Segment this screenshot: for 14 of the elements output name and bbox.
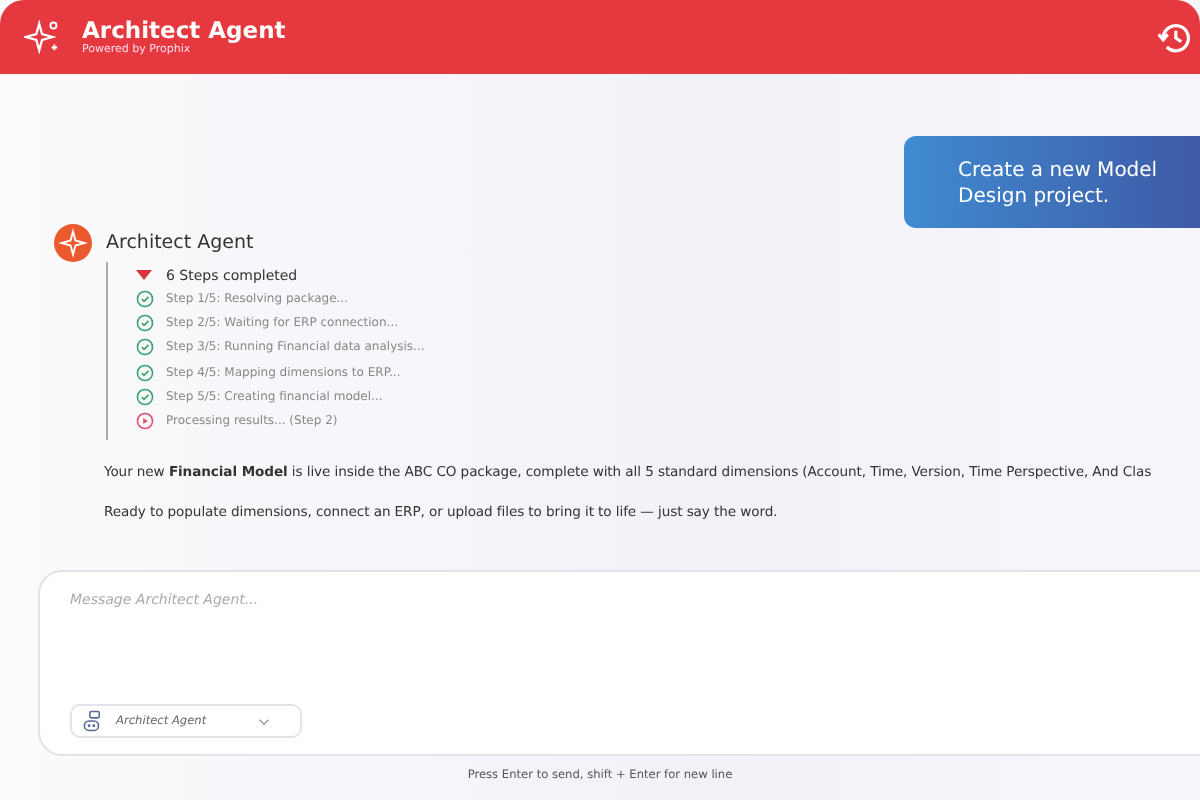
agent-avatar-icon	[54, 224, 92, 262]
check-circle-icon	[136, 313, 154, 332]
agent-name: Architect Agent	[106, 232, 254, 254]
history-icon[interactable]	[1156, 19, 1192, 55]
check-circle-icon	[136, 387, 154, 406]
chevron-down-icon	[258, 717, 270, 725]
check-circle-icon	[136, 363, 154, 382]
sparkle-icon	[24, 18, 62, 56]
user-message: Create a new Model Design project.	[904, 136, 1200, 228]
check-circle-icon	[136, 289, 154, 308]
check-circle-icon	[136, 338, 154, 357]
app-title: Architect Agent	[82, 16, 288, 44]
play-circle-icon	[136, 412, 154, 431]
robot-icon	[82, 710, 104, 732]
